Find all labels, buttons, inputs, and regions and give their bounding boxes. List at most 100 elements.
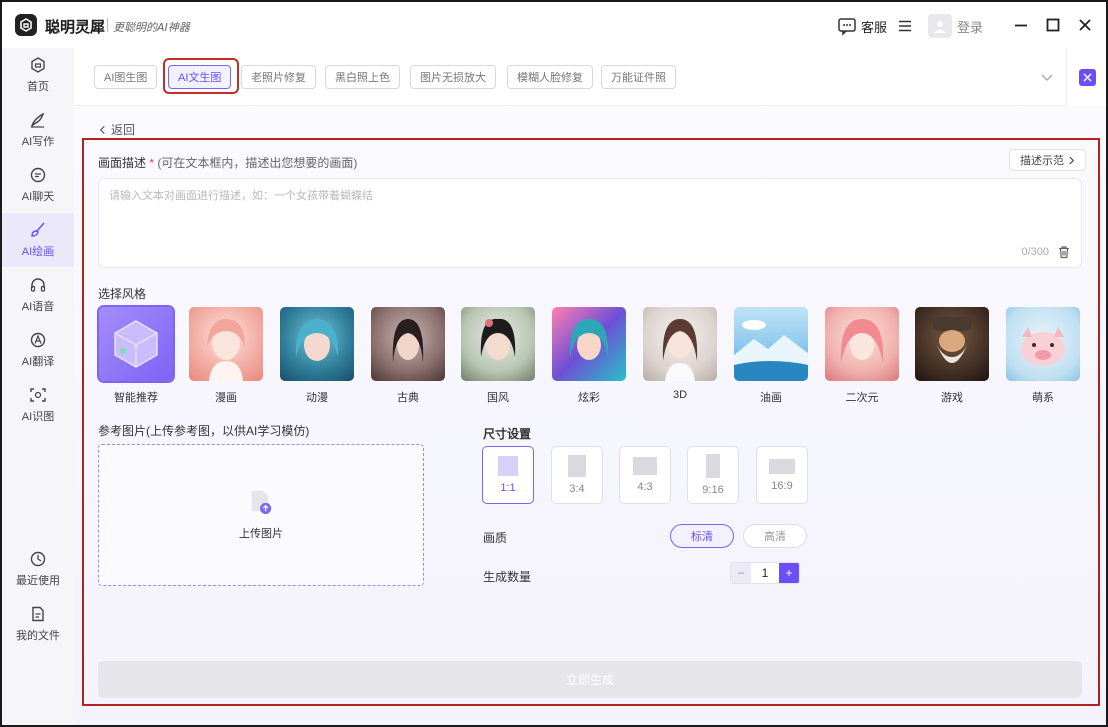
style-comic[interactable]: 漫画 xyxy=(188,307,264,405)
ratio-label: 4:3 xyxy=(637,481,653,493)
style-game[interactable]: 游戏 xyxy=(914,307,990,405)
size-label: 尺寸设置 xyxy=(483,427,532,441)
maximize-button[interactable] xyxy=(1044,16,1062,34)
ratio-label: 3:4 xyxy=(569,483,585,495)
landscape-icon xyxy=(734,320,808,381)
sidebar-item-ai-translate[interactable]: AI翻译 xyxy=(2,323,74,377)
menu-button[interactable] xyxy=(897,14,915,38)
tab-blur-face-restore[interactable]: 模糊人脸修复 xyxy=(507,65,593,89)
portrait-icon xyxy=(840,319,884,363)
style-name: 国风 xyxy=(487,392,509,404)
decrement-button[interactable]: − xyxy=(731,563,751,583)
main-content: AI图生图 AI文生图 老照片修复 黑白照上色 图片无损放大 模糊人脸修复 万能… xyxy=(74,48,1106,725)
sidebar-item-ai-chat[interactable]: AI聊天 xyxy=(2,158,74,212)
style-name: 油画 xyxy=(760,392,782,404)
ratio-landscape-icon xyxy=(633,457,657,475)
size-option-9-16[interactable]: 9:16 xyxy=(687,446,739,504)
user-icon xyxy=(934,21,946,33)
app-slogan: 更聪明的AI神器 xyxy=(113,21,190,34)
quality-hd-button[interactable]: 高清 xyxy=(743,524,807,548)
sidebar-item-ai-voice[interactable]: AI语音 xyxy=(2,268,74,322)
size-option-1-1[interactable]: 1:1 xyxy=(482,446,534,504)
portrait-icon xyxy=(295,319,339,361)
style-cute[interactable]: 萌系 xyxy=(1005,307,1081,405)
style-thumbnail xyxy=(461,307,535,381)
quality-label: 画质 xyxy=(483,531,508,545)
style-name: 3D xyxy=(672,389,688,401)
style-smart-recommend[interactable]: 智能推荐 xyxy=(97,305,175,405)
translate-icon xyxy=(30,332,46,348)
tab-bw-colorize[interactable]: 黑白照上色 xyxy=(325,65,400,89)
sidebar-item-label: AI语音 xyxy=(21,301,55,313)
description-example-button[interactable]: 描述示范 xyxy=(1009,149,1086,171)
prompt-input[interactable] xyxy=(99,179,1081,239)
style-2d[interactable]: 二次元 xyxy=(824,307,900,405)
style-thumbnail xyxy=(825,307,899,381)
style-label: 选择风格 xyxy=(98,287,147,301)
minimize-icon xyxy=(1015,24,1027,27)
sidebar-item-label: AI翻译 xyxy=(21,356,55,368)
prompt-label: 画面描述 xyxy=(98,156,147,170)
style-thumbnail xyxy=(915,307,989,381)
style-oil-painting[interactable]: 油画 xyxy=(733,307,809,405)
size-option-16-9[interactable]: 16:9 xyxy=(756,446,808,504)
ratio-label: 9:16 xyxy=(702,484,724,496)
style-colorful[interactable]: 炫彩 xyxy=(551,307,627,405)
clock-icon xyxy=(30,551,46,567)
feature-tabs: AI图生图 AI文生图 老照片修复 黑白照上色 图片无损放大 模糊人脸修复 万能… xyxy=(74,48,1066,106)
generate-button[interactable]: 立即生成 xyxy=(98,661,1082,698)
style-name: 游戏 xyxy=(941,392,963,404)
sidebar-item-my-files[interactable]: 我的文件 xyxy=(2,597,74,651)
customer-service-label: 客服 xyxy=(861,19,888,35)
sidebar-item-recent[interactable]: 最近使用 xyxy=(2,542,74,596)
customer-service-button[interactable]: 客服 xyxy=(837,14,887,38)
back-label: 返回 xyxy=(111,123,136,137)
voice-icon xyxy=(30,278,46,292)
back-link[interactable]: 返回 xyxy=(98,121,135,138)
close-panel-button[interactable] xyxy=(1079,69,1096,86)
size-option-3-4[interactable]: 3:4 xyxy=(551,446,603,504)
tab-ai-text-to-image[interactable]: AI文生图 xyxy=(168,65,232,89)
tab-id-photo[interactable]: 万能证件照 xyxy=(601,65,676,89)
style-anime[interactable]: 动漫 xyxy=(279,307,355,405)
tab-old-photo-restore[interactable]: 老照片修复 xyxy=(241,65,316,89)
close-button[interactable] xyxy=(1076,16,1094,34)
minimize-button[interactable] xyxy=(1012,16,1030,34)
upload-dropzone[interactable]: 上传图片 xyxy=(98,444,424,586)
login-link[interactable]: 登录 xyxy=(957,14,983,38)
ratio-portrait-icon xyxy=(568,455,586,477)
quantity-value[interactable]: 1 xyxy=(751,563,779,583)
size-option-4-3[interactable]: 4:3 xyxy=(619,446,671,504)
piglet-icon xyxy=(1021,327,1065,366)
hamburger-icon xyxy=(899,20,911,32)
home-icon xyxy=(31,57,45,73)
chevron-down-icon[interactable] xyxy=(1040,70,1054,84)
style-thumbnail xyxy=(734,307,808,381)
style-thumbnail xyxy=(189,307,263,381)
sidebar-item-label: 最近使用 xyxy=(16,575,60,587)
style-3d[interactable]: 3D xyxy=(642,307,718,401)
sidebar-item-ai-image-recognition[interactable]: AI识图 xyxy=(2,378,74,432)
style-thumbnail xyxy=(97,305,175,383)
tab-ai-image-to-image[interactable]: AI图生图 xyxy=(94,65,158,89)
app-window: 聪明灵犀 更聪明的AI神器 客服 登录 首页 AI写作 AI聊天 AI绘画 AI… xyxy=(0,0,1108,727)
portrait-icon xyxy=(662,319,698,381)
ratio-wide-icon xyxy=(769,458,795,474)
tab-lossless-upscale[interactable]: 图片无损放大 xyxy=(410,65,496,89)
sidebar-item-ai-drawing[interactable]: AI绘画 xyxy=(2,213,74,267)
style-classical[interactable]: 古典 xyxy=(370,307,446,405)
sidebar-item-label: 首页 xyxy=(27,81,49,93)
avatar[interactable] xyxy=(928,14,952,38)
trash-icon[interactable] xyxy=(1057,245,1071,259)
style-name: 智能推荐 xyxy=(114,392,158,404)
sidebar-item-ai-writing[interactable]: AI写作 xyxy=(2,103,74,157)
portrait-icon xyxy=(207,319,245,381)
style-name: 漫画 xyxy=(215,392,237,404)
style-guofeng[interactable]: 国风 xyxy=(460,307,536,405)
prompt-label-row: 画面描述 * (可在文本框内，描述出您想要的画面) xyxy=(98,154,357,171)
title-divider xyxy=(107,18,108,32)
increment-button[interactable]: + xyxy=(779,563,799,583)
quality-standard-button[interactable]: 标清 xyxy=(670,524,734,548)
sidebar-item-home[interactable]: 首页 xyxy=(2,48,74,102)
quantity-stepper: − 1 + xyxy=(730,562,800,584)
